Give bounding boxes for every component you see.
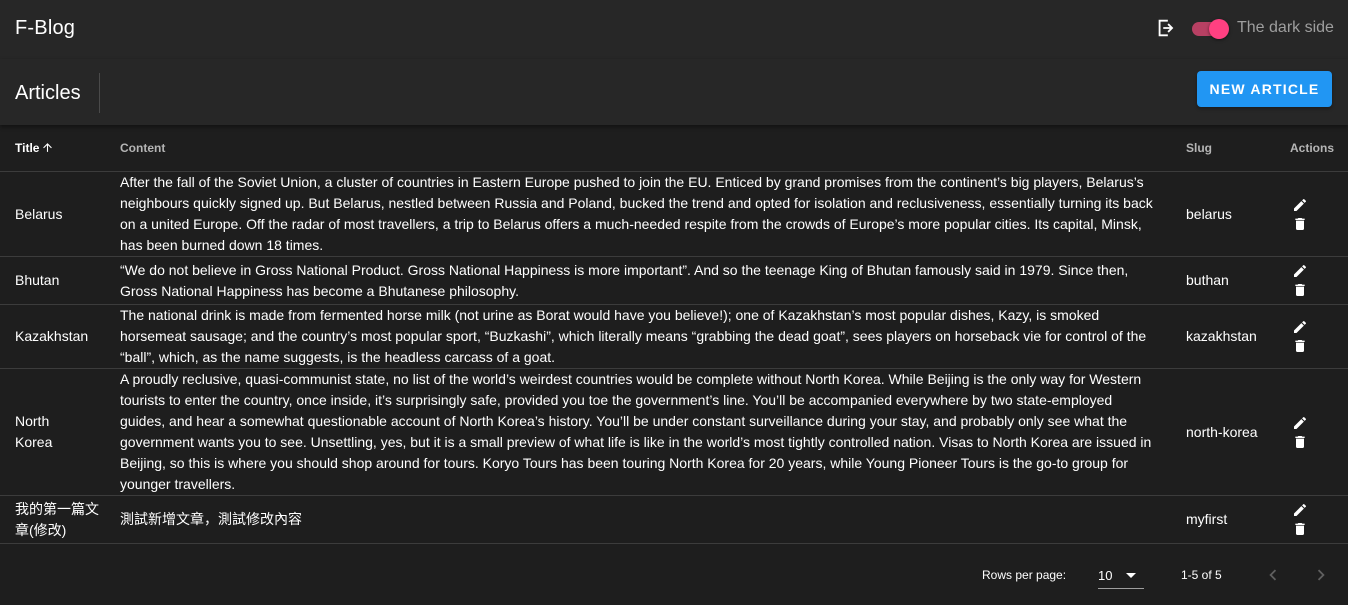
edit-icon[interactable]	[1292, 263, 1308, 279]
delete-icon[interactable]	[1292, 216, 1308, 232]
chevron-left-icon[interactable]	[1262, 564, 1284, 586]
row-title: Bhutan	[0, 256, 120, 305]
switch-thumb	[1209, 19, 1229, 39]
row-slug: myfirst	[1186, 495, 1290, 544]
column-header-slug[interactable]: Slug	[1186, 125, 1290, 172]
rows-per-page-value: 10	[1098, 568, 1113, 583]
logout-icon[interactable]	[1155, 17, 1177, 39]
table-header-row: Title Content Slug Actions	[0, 125, 1348, 172]
row-title: North Korea	[0, 368, 120, 496]
table-row: Kazakhstan The national drink is made fr…	[0, 304, 1348, 369]
arrow-up-icon	[43, 143, 53, 152]
row-content: “We do not believe in Gross National Pro…	[120, 256, 1186, 305]
rows-per-page-label: Rows per page:	[982, 568, 1067, 582]
table-row: Belarus After the fall of the Soviet Uni…	[0, 171, 1348, 257]
articles-table: Title Content Slug Actions Belarus After…	[0, 125, 1348, 544]
column-header-content[interactable]: Content	[120, 125, 1186, 172]
chevron-down-icon	[1126, 573, 1136, 578]
theme-switch[interactable]	[1190, 19, 1230, 39]
theme-switch-label: The dark side	[1237, 19, 1334, 36]
page-title: Articles	[15, 82, 81, 104]
delete-icon[interactable]	[1292, 282, 1308, 298]
edit-icon[interactable]	[1292, 415, 1308, 431]
rows-per-page-select[interactable]: 10	[1098, 560, 1144, 589]
row-content: The national drink is made from fermente…	[120, 304, 1186, 369]
toolbar-divider	[99, 73, 100, 113]
app-bar: F-Blog The dark side	[0, 0, 1348, 59]
table-row: Bhutan “We do not believe in Gross Natio…	[0, 256, 1348, 305]
page-range: 1-5 of 5	[1181, 568, 1222, 582]
delete-icon[interactable]	[1292, 434, 1308, 450]
row-slug: buthan	[1186, 256, 1290, 305]
new-article-button[interactable]: NEW ARTICLE	[1197, 71, 1332, 107]
column-header-title-label: Title	[15, 141, 40, 155]
row-slug: belarus	[1186, 171, 1290, 257]
row-actions	[1290, 256, 1348, 305]
row-title: Belarus	[0, 171, 120, 257]
delete-icon[interactable]	[1292, 521, 1308, 537]
edit-icon[interactable]	[1292, 502, 1308, 518]
row-actions	[1290, 171, 1348, 257]
pagination-footer: Rows per page: 10 1-5 of 5	[0, 546, 1348, 605]
articles-toolbar: Articles NEW ARTICLE	[0, 59, 1348, 125]
app-title: F-Blog	[15, 17, 76, 39]
edit-icon[interactable]	[1292, 197, 1308, 213]
column-header-title[interactable]: Title	[0, 125, 120, 172]
table-row: 我的第一篇文章(修改) 測試新增文章，測試修改內容 myfirst	[0, 495, 1348, 544]
row-slug: north-korea	[1186, 368, 1290, 496]
row-content: After the fall of the Soviet Union, a cl…	[120, 171, 1186, 257]
edit-icon[interactable]	[1292, 319, 1308, 335]
row-actions	[1290, 368, 1348, 496]
delete-icon[interactable]	[1292, 338, 1308, 354]
row-actions	[1290, 495, 1348, 544]
column-header-actions: Actions	[1290, 125, 1348, 172]
row-content: A proudly reclusive, quasi-communist sta…	[120, 368, 1186, 496]
row-title: Kazakhstan	[0, 304, 120, 369]
chevron-right-icon[interactable]	[1310, 564, 1332, 586]
row-title: 我的第一篇文章(修改)	[0, 495, 120, 544]
row-slug: kazakhstan	[1186, 304, 1290, 369]
row-content: 測試新增文章，測試修改內容	[120, 495, 1186, 544]
row-actions	[1290, 304, 1348, 369]
table-row: North Korea A proudly reclusive, quasi-c…	[0, 368, 1348, 496]
